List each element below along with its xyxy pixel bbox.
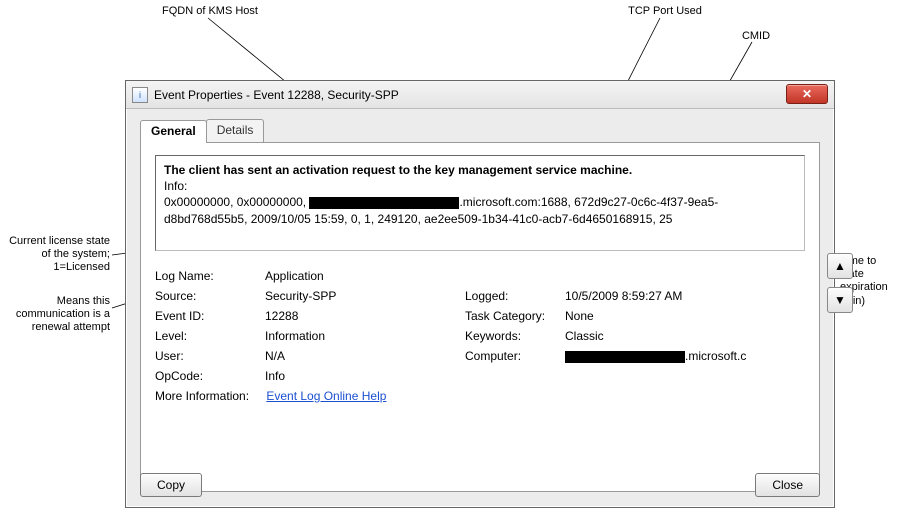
close-dialog-button[interactable]: Close bbox=[755, 473, 820, 497]
event-log-online-help-link[interactable]: Event Log Online Help bbox=[266, 389, 386, 403]
redacted-fqdn bbox=[309, 197, 459, 209]
copy-button[interactable]: Copy bbox=[140, 473, 202, 497]
close-button[interactable]: ✕ bbox=[786, 84, 828, 104]
nav-up-button[interactable]: ▲ bbox=[827, 253, 853, 279]
annotation-renewal: Means this communication is a renewal at… bbox=[0, 295, 110, 335]
value-event-id: 12288 bbox=[265, 309, 465, 323]
annotation-port: TCP Port Used bbox=[615, 5, 715, 18]
event-description-box[interactable]: The client has sent an activation reques… bbox=[155, 155, 805, 251]
app-icon: i bbox=[132, 87, 148, 103]
titlebar[interactable]: i Event Properties - Event 12288, Securi… bbox=[126, 81, 834, 109]
event-desc-suffix: .microsoft.com:1688, 672d9c27-0c6c-4f37-… bbox=[459, 195, 718, 209]
label-more-information: More Information: bbox=[155, 389, 263, 403]
annotation-license-state: Current license state of the system; 1=L… bbox=[0, 235, 110, 275]
event-desc-line2: Info: bbox=[164, 178, 796, 194]
tab-details[interactable]: Details bbox=[206, 119, 265, 142]
value-computer-suffix: .microsoft.c bbox=[685, 349, 746, 363]
label-logged: Logged: bbox=[465, 289, 565, 303]
event-properties-dialog: i Event Properties - Event 12288, Securi… bbox=[125, 80, 835, 508]
tab-strip: General Details bbox=[140, 119, 820, 142]
label-log-name: Log Name: bbox=[155, 269, 265, 283]
value-opcode: Info bbox=[265, 369, 465, 383]
label-opcode: OpCode: bbox=[155, 369, 265, 383]
annotation-cmid: CMID bbox=[726, 30, 786, 43]
event-desc-line4: d8bd768d55b5, 2009/10/05 15:59, 0, 1, 24… bbox=[164, 211, 796, 227]
event-desc-line1: The client has sent an activation reques… bbox=[164, 162, 796, 178]
tab-general[interactable]: General bbox=[140, 120, 207, 143]
value-level: Information bbox=[265, 329, 465, 343]
redacted-computer bbox=[565, 351, 685, 363]
label-source: Source: bbox=[155, 289, 265, 303]
label-task-category: Task Category: bbox=[465, 309, 565, 323]
label-user: User: bbox=[155, 349, 265, 363]
event-desc-prefix: 0x00000000, 0x00000000, bbox=[164, 195, 309, 209]
tab-panel-general: The client has sent an activation reques… bbox=[140, 142, 820, 492]
value-user: N/A bbox=[265, 349, 465, 363]
label-event-id: Event ID: bbox=[155, 309, 265, 323]
event-fields-grid: Log Name: Application Source: Security-S… bbox=[155, 269, 805, 383]
value-log-name: Application bbox=[265, 269, 465, 283]
value-logged: 10/5/2009 8:59:27 AM bbox=[565, 289, 755, 303]
value-task-category: None bbox=[565, 309, 755, 323]
dialog-button-bar: Copy Close bbox=[140, 473, 820, 497]
label-level: Level: bbox=[155, 329, 265, 343]
nav-down-button[interactable]: ▼ bbox=[827, 287, 853, 313]
label-computer: Computer: bbox=[465, 349, 565, 363]
event-desc-line3: 0x00000000, 0x00000000, .microsoft.com:1… bbox=[164, 194, 796, 210]
more-information-row: More Information: Event Log Online Help bbox=[155, 389, 805, 403]
value-source: Security-SPP bbox=[265, 289, 465, 303]
label-keywords: Keywords: bbox=[465, 329, 565, 343]
value-computer: .microsoft.c bbox=[565, 349, 755, 363]
annotation-fqdn: FQDN of KMS Host bbox=[150, 5, 270, 18]
dialog-title: Event Properties - Event 12288, Security… bbox=[154, 88, 399, 102]
value-keywords: Classic bbox=[565, 329, 755, 343]
